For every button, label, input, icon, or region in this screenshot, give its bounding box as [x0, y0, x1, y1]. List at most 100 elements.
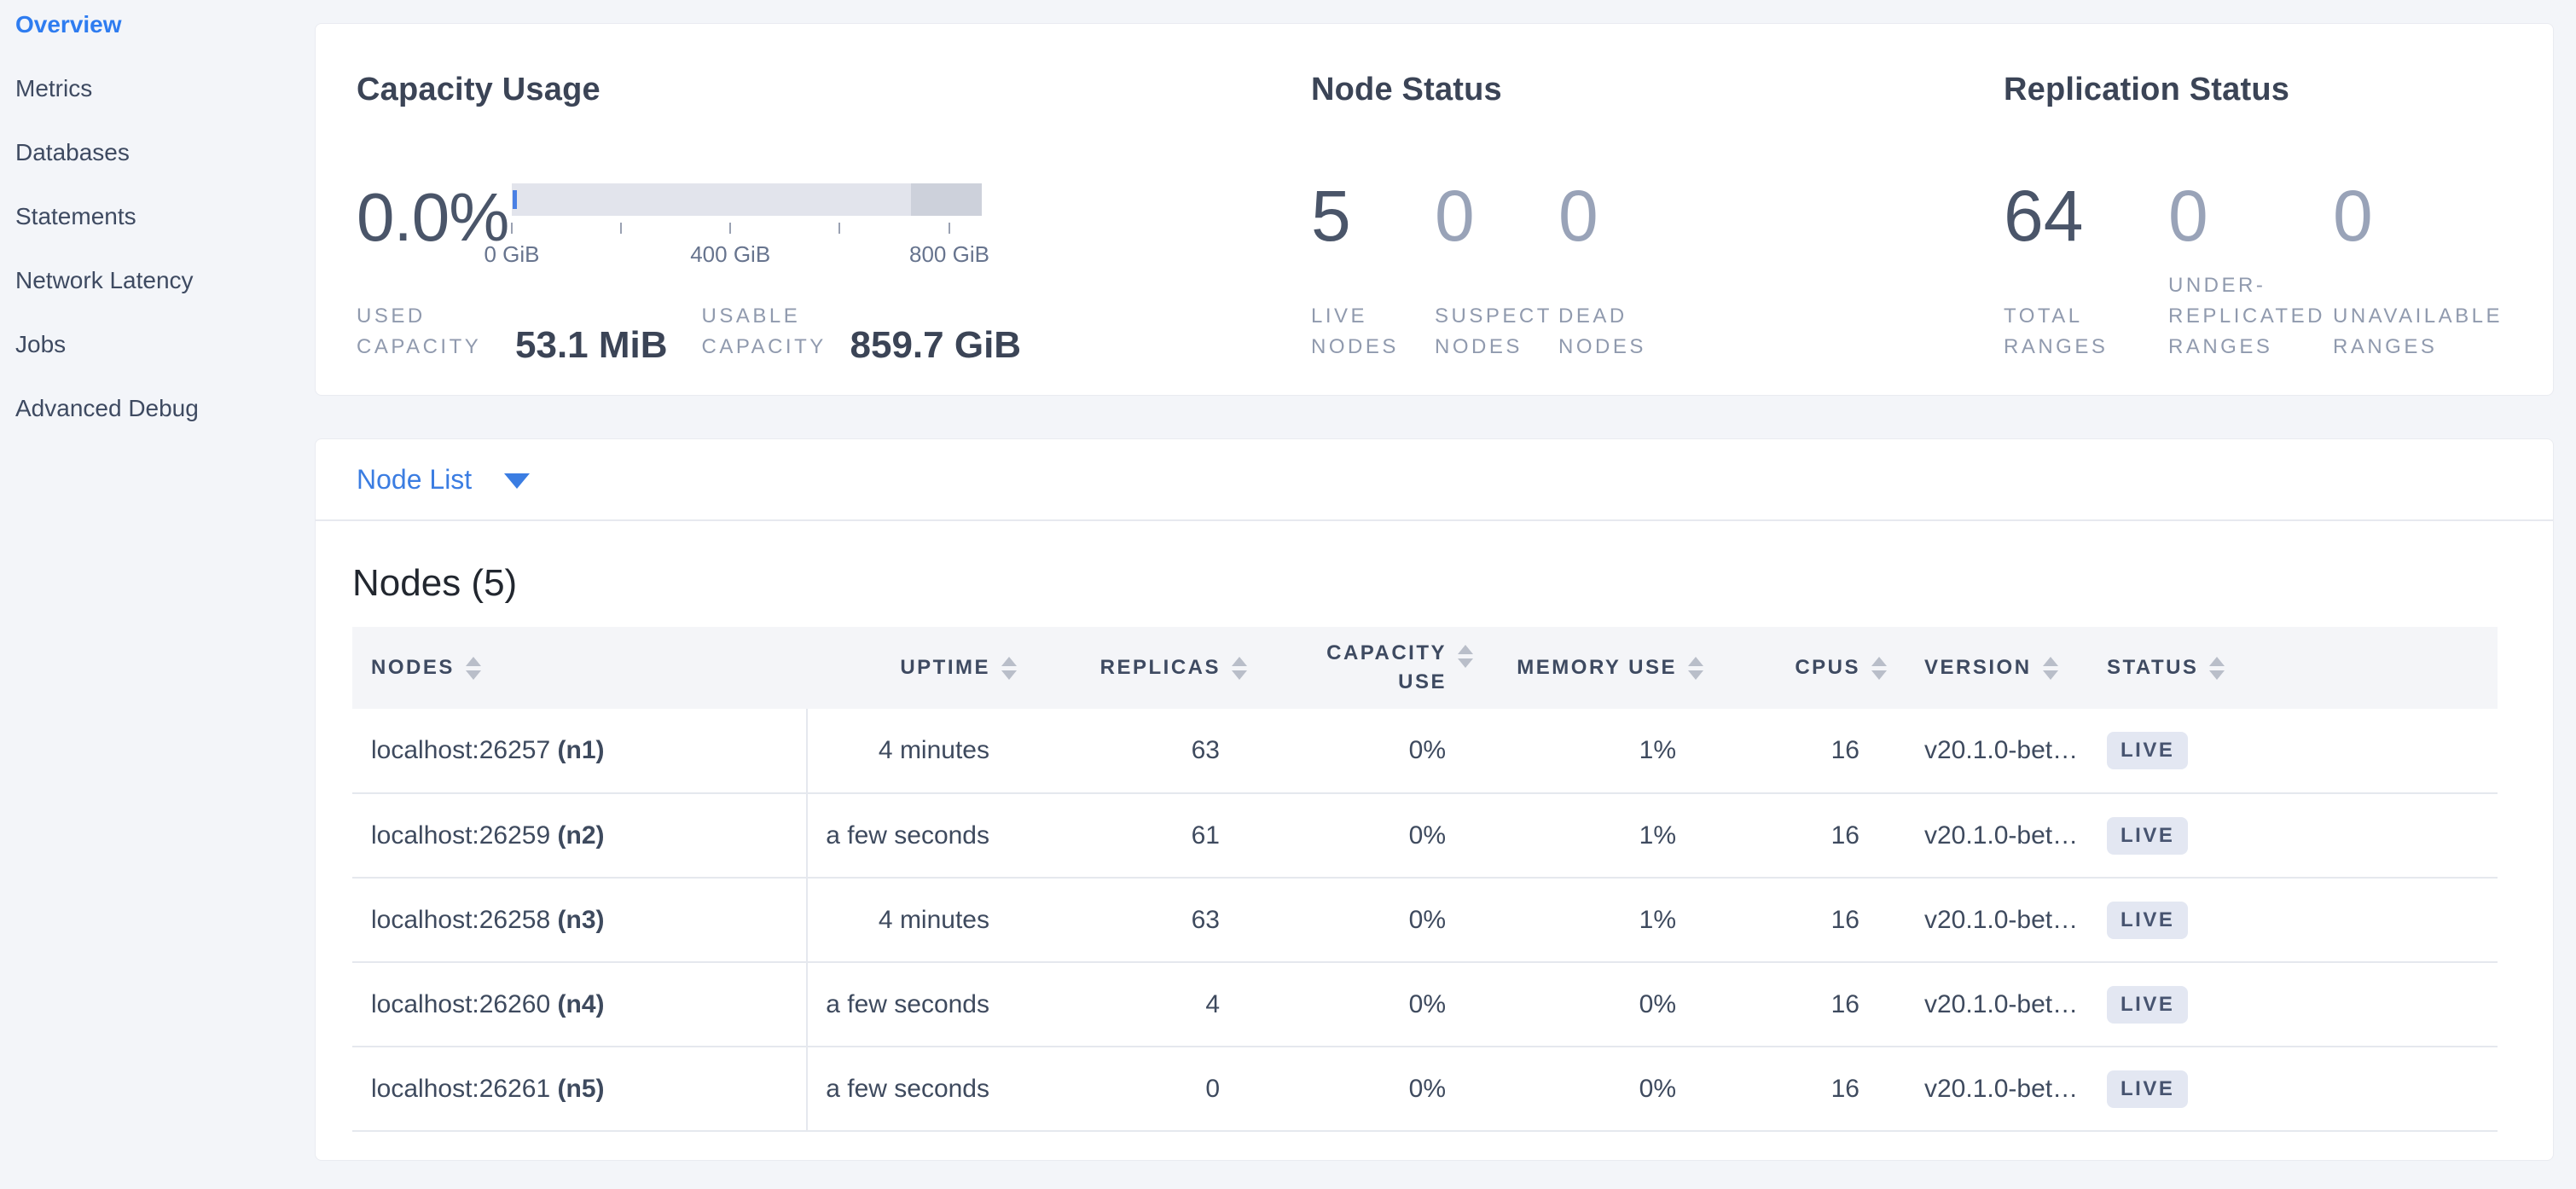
column-label: CAPACITY USE [1310, 639, 1447, 697]
capacity-use-cell: 0% [1250, 793, 1477, 878]
unavailable-ranges-label: UNAVAILABLE RANGES [2333, 301, 2498, 362]
uptime-cell: a few seconds [807, 793, 1020, 878]
status-cell: LIVE [2095, 793, 2498, 878]
usable-capacity-stat: USABLE CAPACITY 859.7 GiB [702, 301, 1022, 362]
status-cell: LIVE [2095, 878, 2498, 962]
version-cell: v20.1.0-bet… [1890, 1047, 2095, 1131]
column-label: UPTIME [900, 653, 990, 682]
sort-icon [1871, 657, 1887, 680]
node-address-cell: localhost:26260 (n4) [352, 962, 807, 1047]
node-id: (n4) [558, 990, 605, 1018]
sidebar-item-advanced-debug[interactable]: Advanced Debug [15, 392, 315, 426]
sort-icon [2209, 657, 2225, 680]
nodes-table-card: Nodes (5) NODES UPTIME RE [315, 519, 2554, 1161]
replication-status-section: Replication Status 64 0 0 TOTAL RANGES U… [2004, 24, 2512, 395]
capacity-usage-section: Capacity Usage 0.0% [357, 24, 1311, 395]
usable-capacity-value: 859.7 GiB [850, 328, 1022, 362]
replication-labels: TOTAL RANGES UNDER- REPLICATED RANGES UN… [2004, 270, 2512, 362]
status-cell: LIVE [2095, 1047, 2498, 1131]
used-capacity-stat: USED CAPACITY 53.1 MiB [357, 301, 668, 362]
column-header-replicas[interactable]: REPLICAS [1020, 627, 1250, 709]
status-badge: LIVE [2107, 732, 2188, 769]
sidebar-item-metrics[interactable]: Metrics [15, 72, 315, 106]
axis-label-0gib: 0 GiB [484, 241, 539, 268]
column-label: MEMORY USE [1517, 653, 1677, 682]
capacity-bar: 0 GiB 400 GiB 800 GiB [512, 183, 982, 267]
suspect-nodes-count: 0 [1435, 180, 1558, 252]
memory-use-cell: 1% [1477, 878, 1707, 962]
status-badge: LIVE [2107, 1070, 2188, 1108]
capacity-bar-used-segment [513, 190, 517, 209]
nodes-table-title: Nodes (5) [352, 521, 2516, 605]
chevron-down-icon [504, 473, 530, 489]
status-cell: LIVE [2095, 962, 2498, 1047]
column-header-cpus[interactable]: CPUS [1707, 627, 1890, 709]
column-header-memory-use[interactable]: MEMORY USE [1477, 627, 1707, 709]
sort-icon [1232, 657, 1247, 680]
uptime-cell: 4 minutes [807, 878, 1020, 962]
capacity-use-cell: 0% [1250, 709, 1477, 793]
sort-icon [1458, 645, 1473, 668]
main-content: Capacity Usage 0.0% [315, 0, 2554, 1189]
capacity-stats: USED CAPACITY 53.1 MiB USABLE CAPACITY 8… [357, 301, 1311, 362]
column-label: REPLICAS [1100, 653, 1221, 682]
memory-use-cell: 1% [1477, 709, 1707, 793]
memory-use-cell: 0% [1477, 962, 1707, 1047]
unavailable-ranges-count: 0 [2333, 180, 2498, 252]
capacity-axis-ticks [512, 223, 982, 241]
capacity-use-cell: 0% [1250, 878, 1477, 962]
node-address: localhost:26257 [371, 736, 550, 764]
version-cell: v20.1.0-bet… [1890, 878, 2095, 962]
cpus-cell: 16 [1707, 709, 1890, 793]
axis-tick [620, 223, 622, 234]
nodes-table: NODES UPTIME REPLICAS CAPACITY USE MEMOR [352, 627, 2498, 1132]
column-header-status[interactable]: STATUS [2095, 627, 2498, 709]
replicas-cell: 63 [1020, 878, 1250, 962]
node-address-cell: localhost:26261 (n5) [352, 1047, 807, 1131]
sidebar-item-jobs[interactable]: Jobs [15, 328, 315, 362]
column-header-nodes[interactable]: NODES [352, 627, 807, 709]
capacity-bar-track [512, 183, 982, 216]
column-header-capacity-use[interactable]: CAPACITY USE [1250, 627, 1477, 709]
sidebar-item-network-latency[interactable]: Network Latency [15, 264, 315, 298]
column-label: NODES [371, 653, 455, 682]
memory-use-cell: 1% [1477, 793, 1707, 878]
node-status-values: 5 0 0 [1311, 180, 2004, 252]
version-cell: v20.1.0-bet… [1890, 793, 2095, 878]
uptime-cell: a few seconds [807, 1047, 1020, 1131]
node-list-dropdown-label: Node List [357, 464, 472, 496]
axis-label-400gib: 400 GiB [690, 241, 770, 268]
usable-capacity-label: USABLE CAPACITY [702, 301, 830, 362]
node-address: localhost:26261 [371, 1075, 550, 1103]
cpus-cell: 16 [1707, 793, 1890, 878]
version-cell: v20.1.0-bet… [1890, 962, 2095, 1047]
column-header-uptime[interactable]: UPTIME [807, 627, 1020, 709]
table-header-row: NODES UPTIME REPLICAS CAPACITY USE MEMOR [352, 627, 2498, 709]
suspect-nodes-label: SUSPECT NODES [1435, 301, 1558, 362]
sidebar-item-overview[interactable]: Overview [15, 8, 315, 42]
node-list-selector-card: Node List [315, 438, 2554, 519]
column-label: STATUS [2107, 653, 2198, 682]
column-label: CPUS [1795, 653, 1860, 682]
dead-nodes-count: 0 [1558, 180, 1682, 252]
status-badge: LIVE [2107, 986, 2188, 1024]
cpus-cell: 16 [1707, 878, 1890, 962]
status-badge: LIVE [2107, 817, 2188, 855]
replicas-cell: 4 [1020, 962, 1250, 1047]
cpus-cell: 16 [1707, 1047, 1890, 1131]
table-row: localhost:26257 (n1) 4 minutes 63 0% 1% … [352, 709, 2498, 793]
sidebar-item-databases[interactable]: Databases [15, 136, 315, 170]
live-nodes-label: LIVE NODES [1311, 301, 1435, 362]
node-list-dropdown[interactable]: Node List [357, 464, 530, 496]
column-header-version[interactable]: VERSION [1890, 627, 2095, 709]
node-address: localhost:26260 [371, 990, 550, 1018]
uptime-cell: a few seconds [807, 962, 1020, 1047]
sidebar-item-statements[interactable]: Statements [15, 200, 315, 234]
node-id: (n5) [558, 1075, 605, 1103]
capacity-usage-title: Capacity Usage [357, 72, 1311, 108]
version-cell: v20.1.0-bet… [1890, 709, 2095, 793]
status-cell: LIVE [2095, 709, 2498, 793]
capacity-axis-labels: 0 GiB 400 GiB 800 GiB [512, 241, 982, 267]
capacity-used-percent: 0.0% [357, 183, 502, 252]
status-badge: LIVE [2107, 902, 2188, 939]
